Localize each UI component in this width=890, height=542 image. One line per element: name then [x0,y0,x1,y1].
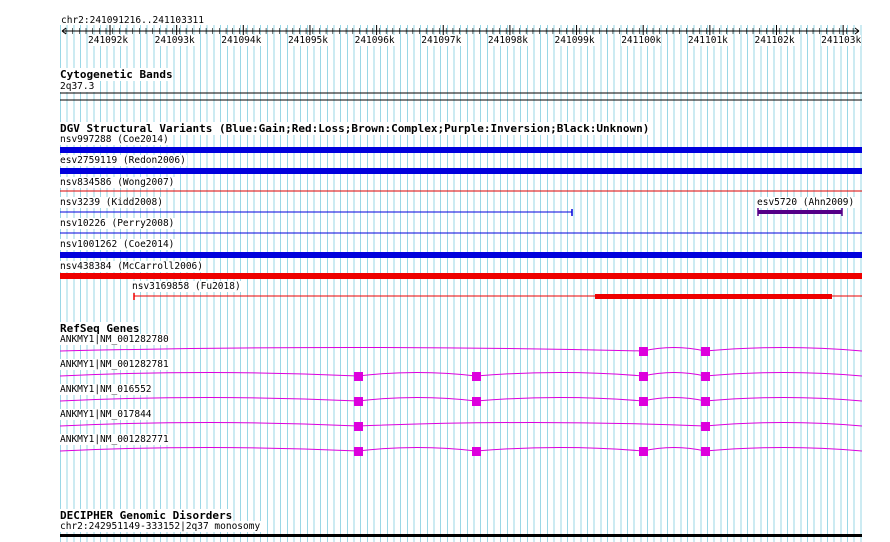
gene-exon [701,397,710,406]
ruler-tick-label: 241097k [421,35,462,46]
gene-exon [701,372,710,381]
gene-exon [354,447,363,456]
gene-intron-line [59,422,863,427]
variant-label-esv2759119[interactable]: esv2759119 (Redon2006) [60,155,187,166]
gene-intron-line [59,347,863,352]
ruler-tick-label: 241092k [88,35,129,46]
gene-label-nm-001282780[interactable]: ANKMY1|NM_001282780 [60,334,170,345]
variant-label-nsv997288[interactable]: nsv997288 (Coe2014) [60,134,170,145]
gene-label-nm-001282781[interactable]: ANKMY1|NM_001282781 [60,359,170,370]
variant-bar-nsv1001262 [60,252,862,258]
variant-label-nsv834586[interactable]: nsv834586 (Wong2007) [60,177,176,188]
ruler-tick-label: 241100k [621,35,662,46]
gene-exon [639,447,648,456]
gene-exon [354,372,363,381]
variant-bar-nsv438384 [60,273,862,279]
ruler-tick-label: 241098k [487,35,528,46]
gene-exon [472,372,481,381]
ruler-tick-label: 241103k [821,35,862,46]
ruler-tick-label: 241102k [754,35,795,46]
variant-bar-nsv997288 [60,147,862,153]
gene-exon [701,447,710,456]
decipher-bar [60,534,862,537]
variant-label-nsv3239[interactable]: nsv3239 (Kidd2008) [60,197,164,208]
ruler-tick-label: 241093k [154,35,195,46]
variant-block-nsv3169858 [595,294,832,299]
gene-exon [472,397,481,406]
gene-exon [701,347,710,356]
gene-label-nm-016552[interactable]: ANKMY1|NM_016552 [60,384,153,395]
ruler-tick-label: 241096k [354,35,395,46]
variant-label-nsv10226[interactable]: nsv10226 (Perry2008) [60,218,176,229]
ruler-tick-label: 241094k [221,35,262,46]
variant-label-esv5720[interactable]: esv5720 (Ahn2009) [757,197,856,208]
cytoband-track-title[interactable]: Cytogenetic Bands [60,68,173,81]
ruler-tick-label: 241095k [287,35,328,46]
variant-bar-esv5720 [758,210,842,214]
gene-label-nm-001282771[interactable]: ANKMY1|NM_001282771 [60,434,170,445]
cytoband-label: 2q37.3 [60,81,96,92]
gene-exon [639,372,648,381]
gene-exon [354,422,363,431]
gene-exon [354,397,363,406]
variant-label-nsv438384[interactable]: nsv438384 (McCarroll2006) [60,261,204,272]
gene-exon [701,422,710,431]
ruler-tick-label: 241099k [554,35,595,46]
gene-exon [639,397,648,406]
gene-exon [639,347,648,356]
variant-bar-esv2759119 [60,168,862,174]
variant-label-nsv1001262[interactable]: nsv1001262 (Coe2014) [60,239,176,250]
decipher-item-label[interactable]: chr2:242951149-333152|2q37 monosomy [60,521,262,532]
gene-label-nm-017844[interactable]: ANKMY1|NM_017844 [60,409,153,420]
gene-exon [472,447,481,456]
gene-intron-line [59,397,863,402]
ruler-position: chr2:241091216..241103311 [61,15,204,26]
gene-intron-line [59,447,863,452]
gene-intron-line [59,372,863,377]
variant-label-nsv3169858[interactable]: nsv3169858 (Fu2018) [132,281,242,292]
ruler-tick-label: 241101k [687,35,728,46]
